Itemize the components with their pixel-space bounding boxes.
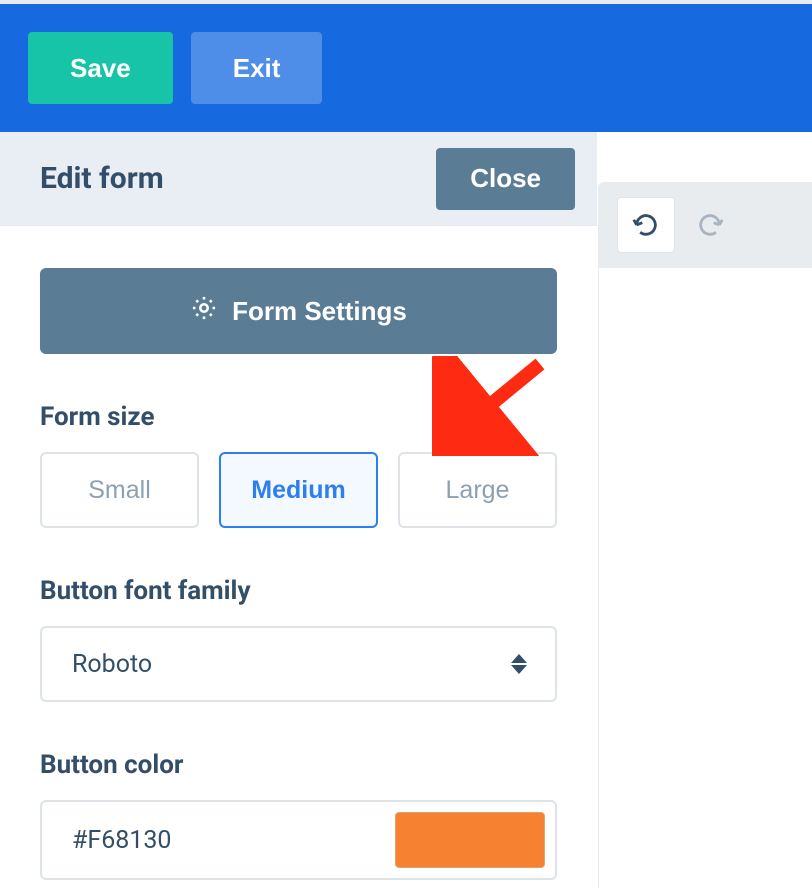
panel-header: Edit form Close bbox=[0, 132, 597, 226]
button-color-input[interactable] bbox=[72, 826, 395, 855]
form-settings-button[interactable]: Form Settings bbox=[40, 268, 557, 354]
panel-title: Edit form bbox=[40, 161, 164, 196]
form-size-group: Small Medium Large bbox=[40, 452, 557, 528]
preview-canvas bbox=[598, 268, 812, 888]
form-settings-label: Form Settings bbox=[232, 296, 407, 327]
font-family-label: Button font family bbox=[40, 576, 557, 606]
color-swatch[interactable] bbox=[395, 812, 545, 868]
size-option-large[interactable]: Large bbox=[398, 452, 557, 528]
close-button[interactable]: Close bbox=[436, 148, 575, 210]
font-family-select[interactable]: Roboto bbox=[40, 626, 557, 702]
size-option-small[interactable]: Small bbox=[40, 452, 199, 528]
undo-button[interactable] bbox=[617, 197, 675, 253]
undo-icon bbox=[632, 211, 660, 239]
button-color-label: Button color bbox=[40, 750, 557, 780]
select-caret-icon bbox=[511, 654, 527, 674]
font-family-value: Roboto bbox=[72, 650, 152, 679]
exit-button[interactable]: Exit bbox=[191, 32, 323, 104]
top-toolbar: Save Exit bbox=[0, 4, 812, 132]
save-button[interactable]: Save bbox=[28, 32, 173, 104]
size-option-medium[interactable]: Medium bbox=[219, 452, 378, 528]
button-color-field[interactable] bbox=[40, 800, 557, 880]
redo-button[interactable] bbox=[681, 197, 739, 253]
gear-icon bbox=[190, 294, 218, 329]
form-size-label: Form size bbox=[40, 402, 557, 432]
redo-icon bbox=[696, 211, 724, 239]
preview-toolbar bbox=[598, 182, 812, 268]
